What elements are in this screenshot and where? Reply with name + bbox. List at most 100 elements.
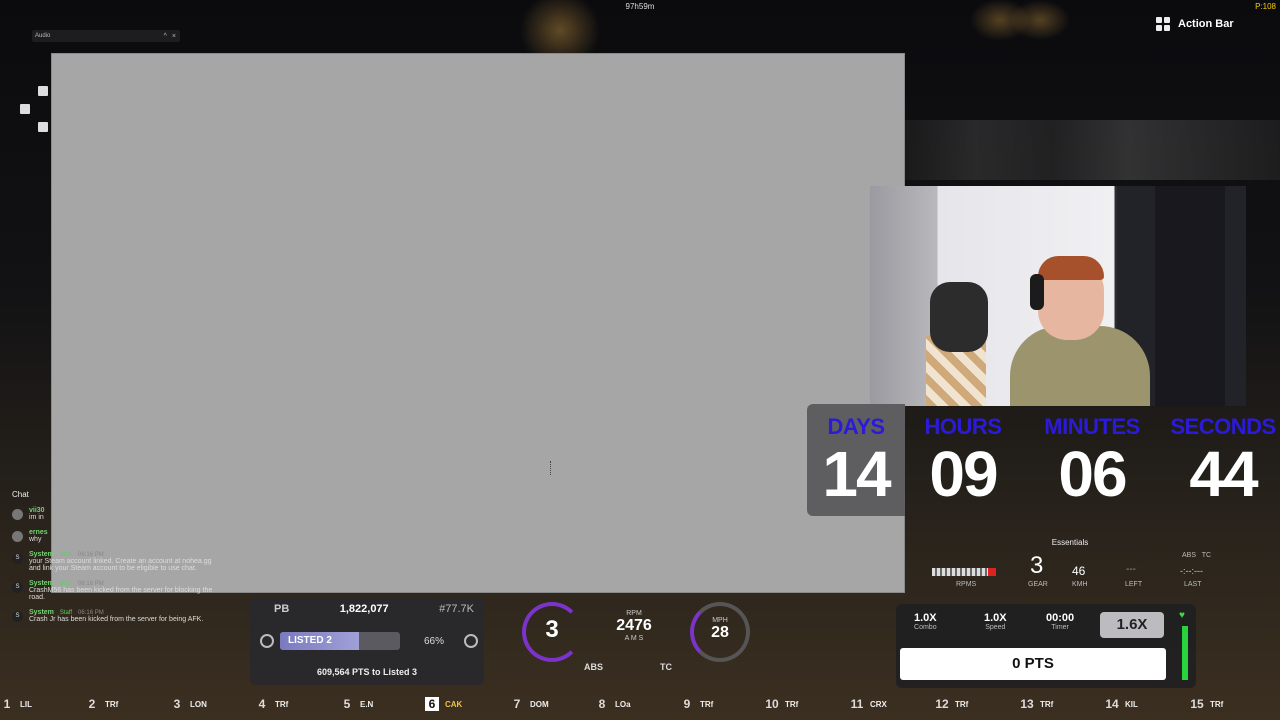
- slot-player-tag: TRf: [275, 699, 289, 709]
- tc-label: TC: [1201, 552, 1212, 559]
- collapse-icon[interactable]: ^: [164, 33, 167, 40]
- minutes-label: MINUTES: [1044, 414, 1140, 439]
- pb-rank: #77.7K: [439, 603, 474, 615]
- ping-readout: P:108: [1255, 2, 1276, 11]
- left-value: ---: [1126, 564, 1136, 575]
- slot-player-tag: KIL: [1125, 699, 1138, 709]
- player-slot[interactable]: 1 LIL: [0, 692, 85, 716]
- speed-gauge: 3 RPM 2476 A M S MPH 28 ABS TC: [520, 598, 750, 678]
- mouse-cursor: [550, 461, 554, 475]
- player-slot[interactable]: 6 CAK: [425, 692, 510, 716]
- back-icon[interactable]: [20, 104, 30, 114]
- chat-user: System: [29, 609, 54, 616]
- chat-text: your Steam account linked. Create an acc…: [29, 558, 212, 572]
- combo-stat: 1.0X Combo: [914, 612, 937, 631]
- player-slot[interactable]: 9 TRf: [680, 692, 765, 716]
- essentials-title: Essentials: [1051, 538, 1089, 547]
- microphone: [930, 282, 988, 352]
- slot-number: 14: [1105, 697, 1119, 711]
- slot-player-tag: TRf: [1040, 699, 1054, 709]
- chat-message: S System Staff 06:16 PM your Steam accou…: [12, 551, 222, 572]
- slot-number: 5: [343, 697, 351, 711]
- abs-indicator: ABS: [584, 662, 604, 672]
- slot-number: 7: [513, 697, 521, 711]
- listed-row: LISTED 2 66%: [260, 631, 480, 651]
- combo-value: 1.0X: [914, 612, 937, 624]
- player-slot[interactable]: 12 TRf: [935, 692, 1020, 716]
- slot-number: 8: [598, 697, 606, 711]
- countdown-minutes: MINUTES 06: [1037, 404, 1147, 516]
- hours-label: HOURS: [924, 414, 1002, 439]
- slot-player-tag: LIL: [20, 699, 32, 709]
- chat-text: Crash Jr has been kicked from the server…: [29, 616, 204, 623]
- hours-value: 09: [929, 438, 998, 510]
- chat-message: ernes why: [12, 529, 222, 543]
- avatar: [12, 531, 23, 542]
- pb-panel: PB 1,822,077 #77.7K LISTED 2 66% 609,564…: [250, 597, 484, 685]
- slot-number: 2: [88, 697, 96, 711]
- player-slot[interactable]: 7 DOM: [510, 692, 595, 716]
- days-value: 14: [822, 438, 891, 510]
- chat-text: im in: [29, 514, 44, 521]
- player-slot[interactable]: 3 LON: [170, 692, 255, 716]
- last-caption: LAST: [1184, 581, 1202, 588]
- player-slot[interactable]: 5 E.N: [340, 692, 425, 716]
- slot-player-tag: TRf: [700, 699, 714, 709]
- player-slot[interactable]: 2 TRf: [85, 692, 170, 716]
- ghost-icon[interactable]: [464, 634, 479, 648]
- seconds-value: 44: [1189, 438, 1258, 510]
- gear-number: 3: [545, 616, 559, 643]
- player-slot[interactable]: 10 TRf: [765, 692, 850, 716]
- streamer-hair: [1038, 256, 1104, 280]
- slot-number: 13: [1020, 697, 1034, 711]
- countdown-days: DAYS 14: [807, 404, 905, 516]
- tc-indicator: TC: [660, 662, 672, 672]
- system-avatar: S: [12, 611, 23, 622]
- rpm-value: 2476: [616, 617, 652, 634]
- arrow-up-icon[interactable]: [38, 86, 48, 96]
- rpms-caption: RPMS: [956, 581, 977, 588]
- system-avatar: S: [12, 553, 23, 564]
- chat-text: why: [29, 536, 42, 543]
- slot-player-tag: E.N: [360, 699, 374, 709]
- arrow-down-icon[interactable]: [38, 122, 48, 132]
- chat-title: Chat: [12, 490, 29, 499]
- abs-label: ABS: [1182, 552, 1197, 559]
- health-meter: [1182, 626, 1188, 680]
- countdown-hours: HOURS 09: [915, 404, 1011, 516]
- ghost-icon[interactable]: [260, 634, 274, 648]
- gear-value: 3: [1030, 552, 1044, 579]
- close-icon[interactable]: ×: [172, 33, 176, 40]
- mph-dial: MPH 28: [690, 602, 750, 662]
- combo-label: Combo: [914, 624, 937, 631]
- player-slot[interactable]: 8 LOa: [595, 692, 680, 716]
- chat-user: vii30: [29, 507, 45, 514]
- player-slot[interactable]: 14 KIL: [1105, 692, 1190, 716]
- chat-panel[interactable]: Chat vii30 im in ernes why S System Staf…: [12, 490, 222, 686]
- timer-label: Timer: [1051, 624, 1069, 631]
- slot-player-tag: TRf: [1210, 699, 1224, 709]
- slot-player-tag: TRf: [785, 699, 799, 709]
- webcam-banner: [1155, 186, 1225, 406]
- player-slot[interactable]: 4 TRf: [255, 692, 340, 716]
- action-bar-button[interactable]: Action Bar: [1156, 12, 1254, 36]
- player-slot[interactable]: 11 CRX: [850, 692, 935, 716]
- avatar: [12, 509, 23, 520]
- timer-value: 00:00: [1046, 612, 1075, 624]
- kmh-value: 46: [1072, 564, 1086, 578]
- slot-number: 4: [258, 697, 266, 711]
- kmh-caption: KMH: [1072, 581, 1088, 588]
- system-avatar: S: [12, 582, 23, 593]
- slot-player-tag: LON: [190, 699, 207, 709]
- slot-player-tag: DOM: [530, 699, 549, 709]
- player-slot[interactable]: 13 TRf: [1020, 692, 1105, 716]
- speed-stat: 1.0X Speed: [984, 612, 1007, 631]
- chat-message: S System Staff 06:16 PM Crash Jr has bee…: [12, 609, 222, 623]
- session-time: 97h59m: [625, 2, 655, 11]
- pts-to-next: 609,564 PTS to Listed 3: [316, 667, 418, 677]
- chat-text: CrashM56 has been kicked from the server…: [29, 587, 213, 601]
- audio-panel[interactable]: Audio ^ ×: [32, 30, 180, 42]
- slot-number: 10: [765, 697, 779, 711]
- player-slot[interactable]: 15 TRf: [1190, 692, 1275, 716]
- speed-value: 1.0X: [984, 612, 1007, 624]
